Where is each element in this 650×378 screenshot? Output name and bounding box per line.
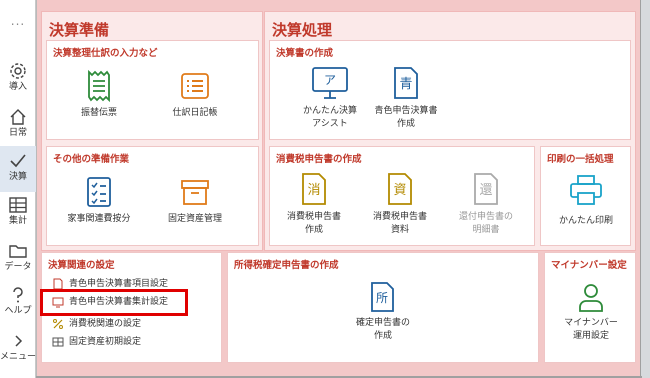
sidebar-item-label: メニュー (0, 352, 37, 362)
window-edge (642, 0, 650, 378)
main-panel: 決算準備 決算整理仕訳の入力など 振替伝票 仕訳日記帳 その他の準備作業 家事関… (36, 0, 641, 376)
easy-print-button[interactable]: かんたん印刷 (547, 173, 625, 228)
person-icon (579, 284, 603, 312)
easy-closing-assist-label: かんたん決算 アシスト (302, 106, 357, 129)
checklist-icon (87, 177, 111, 207)
consumption-tax-return-button[interactable]: 消 消費税申告書 作成 (274, 171, 354, 237)
easy-closing-assist-button[interactable]: ア かんたん決算 アシスト (290, 65, 370, 131)
income-tax-return-label: 確定申告書の 作成 (355, 318, 410, 341)
sidebar-item-closing[interactable]: 決算 (0, 146, 36, 192)
svg-text:消: 消 (307, 183, 320, 198)
print-card: 印刷の一括処理 かんたん印刷 (540, 146, 631, 246)
income-tax-return-button[interactable]: 所 確定申告書の 作成 (338, 281, 428, 343)
consumption-tax-materials-label: 消費税申告書 資料 (372, 212, 427, 235)
process-panel: 決算処理 決算書の作成 ア かんたん決算 アシスト 青 青色申告決算書 作成 消費税… (264, 11, 636, 251)
document-icon: 資 (388, 173, 412, 205)
gear-icon (10, 63, 26, 79)
chevron-right-icon (15, 335, 23, 347)
sidebar-item-label: 導入 (8, 82, 27, 92)
refund-statement-label: 還付申告書の 明細書 (458, 212, 513, 235)
transfer-slip-label: 振替伝票 (80, 108, 117, 118)
other-card: その他の準備作業 家事関連費按分 固定資産管理 (46, 146, 259, 246)
grid-icon (52, 337, 64, 346)
svg-text:所: 所 (376, 291, 388, 305)
tax-card-title: 消費税申告書の作成 (276, 154, 362, 165)
percent-icon (53, 318, 63, 329)
sidebar-item-daily[interactable]: 日常 (0, 102, 36, 148)
transfer-slip-button[interactable]: 振替伝票 (69, 69, 129, 120)
mynumber-card-title: マイナンバー設定 (551, 260, 627, 271)
sidebar-item-label: データ (4, 262, 32, 272)
other-card-title: その他の準備作業 (53, 154, 130, 165)
journal-book-label: 仕訳日記帳 (172, 108, 218, 118)
sidebar-item-setup[interactable]: 導入 (0, 56, 36, 102)
fixed-asset-label: 固定資産管理 (167, 214, 222, 224)
folder-icon (9, 245, 27, 258)
consumption-tax-return-label: 消費税申告書 作成 (286, 212, 341, 235)
checkmark-icon (10, 154, 26, 168)
refund-statement-button[interactable]: 還 還付申告書の 明細書 (446, 171, 526, 237)
sidebar-item-menu[interactable]: メニュー (0, 326, 36, 372)
sidebar-item-label: 集計 (8, 216, 27, 226)
process-title: 決算処理 (272, 21, 333, 39)
easy-print-label: かんたん印刷 (558, 216, 613, 226)
list-icon (181, 73, 209, 99)
sidebar-item-data[interactable]: データ (0, 236, 36, 282)
mynumber-settings-label: マイナンバー 運用設定 (564, 318, 618, 341)
document-icon: 還 (474, 173, 498, 205)
mynumber-settings-button[interactable]: マイナンバー 運用設定 (549, 281, 633, 343)
sidebar-item-label: 決算 (8, 172, 27, 182)
settings-item-4[interactable]: 固定資産初期設定 (52, 335, 141, 349)
income-tax-card-title: 所得税確定申告書の作成 (234, 260, 339, 271)
household-allocation-label: 家事関連費按分 (67, 214, 131, 224)
fixed-asset-button[interactable]: 固定資産管理 (157, 175, 233, 226)
table-icon (9, 197, 27, 213)
settings-item-3[interactable]: 消費税関連の設定 (52, 317, 141, 331)
prep-panel: 決算準備 決算整理仕訳の入力など 振替伝票 仕訳日記帳 その他の準備作業 家事関… (41, 11, 263, 251)
question-icon (13, 287, 23, 303)
adjust-card: 決算整理仕訳の入力など 振替伝票 仕訳日記帳 (46, 40, 259, 140)
svg-text:資: 資 (393, 183, 406, 198)
monitor-icon: ア (312, 67, 348, 99)
highlight-frame (40, 289, 188, 316)
tax-card: 消費税申告書の作成 消 消費税申告書 作成 資 消費税申告書 資料 還 還付申告書の… (269, 146, 535, 246)
svg-text:還: 還 (479, 183, 492, 198)
home-icon (10, 109, 26, 125)
sidebar: ... 導入 日常 決算 集計 データ ヘルプ メニュー (0, 0, 36, 378)
blue-return-statement-button[interactable]: 青 青色申告決算書 作成 (366, 65, 446, 131)
mynumber-card: マイナンバー設定 マイナンバー 運用設定 (544, 252, 636, 363)
document-icon: 青 (394, 67, 418, 99)
document-icon: 所 (371, 282, 394, 312)
document-icon: 消 (302, 173, 326, 205)
document-edit-icon (53, 278, 63, 289)
sidebar-item-label: 日常 (8, 128, 27, 138)
print-card-title: 印刷の一括処理 (547, 154, 614, 165)
prep-title: 決算準備 (49, 21, 110, 39)
printer-icon (570, 175, 602, 205)
adjust-card-title: 決算整理仕訳の入力など (53, 48, 158, 59)
receipt-icon (88, 69, 110, 103)
settings-card-title: 決算関連の設定 (48, 260, 115, 271)
blue-return-statement-label: 青色申告決算書 作成 (374, 106, 438, 129)
more-dots[interactable]: ... (0, 14, 36, 28)
sidebar-item-label: ヘルプ (4, 306, 32, 316)
sidebar-item-totals[interactable]: 集計 (0, 190, 36, 236)
consumption-tax-materials-button[interactable]: 資 消費税申告書 資料 (360, 171, 440, 237)
journal-book-button[interactable]: 仕訳日記帳 (157, 69, 233, 120)
svg-text:ア: ア (324, 73, 336, 87)
docs-card: 決算書の作成 ア かんたん決算 アシスト 青 青色申告決算書 作成 (269, 40, 631, 140)
household-allocation-button[interactable]: 家事関連費按分 (59, 175, 139, 226)
docs-card-title: 決算書の作成 (276, 48, 334, 59)
svg-text:青: 青 (399, 77, 412, 92)
sidebar-item-help[interactable]: ヘルプ (0, 280, 36, 326)
income-tax-card: 所得税確定申告書の作成 所 確定申告書の 作成 (227, 252, 539, 363)
box-icon (181, 180, 209, 205)
